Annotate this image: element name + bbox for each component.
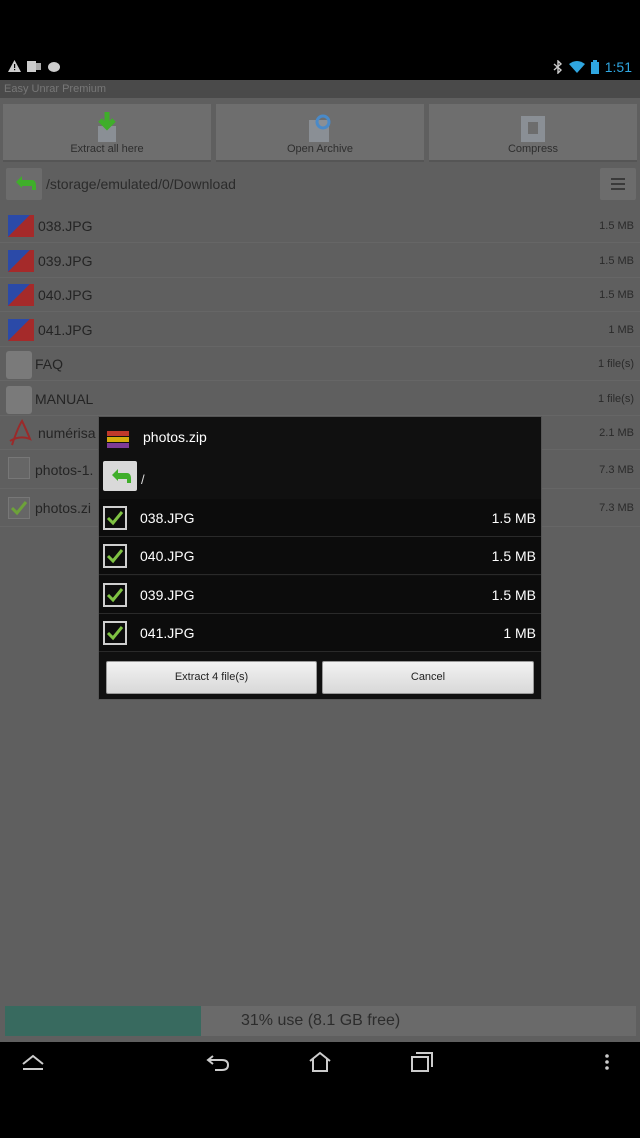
unchecked-box-icon <box>8 457 30 479</box>
dialog-file-name: 040.JPG <box>140 548 195 564</box>
dialog-file-size: 1.5 MB <box>491 548 536 564</box>
file-name: numérisa <box>38 425 96 441</box>
dialog-title: photos.zip <box>143 429 207 445</box>
file-name: 041.JPG <box>38 322 93 338</box>
status-bar: 1:51 <box>0 56 640 80</box>
bluetooth-icon <box>553 60 562 74</box>
dialog-file-size: 1.5 MB <box>491 510 536 526</box>
status-time: 1:51 <box>604 59 632 75</box>
chevron-up-icon[interactable] <box>20 1050 46 1074</box>
file-checkbox[interactable] <box>103 506 127 530</box>
storage-usage-text: 31% use (8.1 GB free) <box>241 1012 401 1029</box>
file-size: 7.3 MB <box>599 502 634 514</box>
file-size: 1.5 MB <box>599 289 634 301</box>
file-name: photos.zi <box>35 500 92 516</box>
back-arrow-icon <box>16 176 36 190</box>
checkmark-icon <box>106 549 124 564</box>
open-archive-label: Open Archive <box>286 143 354 155</box>
sd-card-icon <box>27 61 41 72</box>
file-row[interactable]: 041.JPG 1 MB <box>0 313 640 347</box>
android-icon <box>48 62 60 72</box>
overflow-menu-icon[interactable] <box>594 1050 620 1074</box>
storage-usage-fill <box>5 1006 201 1036</box>
file-checkbox[interactable] <box>103 544 127 568</box>
archive-dialog: photos.zip / 038.JPG 1.5 MB 040.JPG 1.5 … <box>98 416 542 700</box>
warning-icon <box>8 60 21 72</box>
checkmark-icon <box>106 511 124 526</box>
checked-box-icon <box>8 497 30 519</box>
current-path: /storage/emulated/0/Download <box>46 176 236 192</box>
dialog-file-name: 041.JPG <box>140 625 195 641</box>
extract-all-label: Extract all here <box>70 143 144 155</box>
extract-icon <box>98 112 116 142</box>
folder-count: 1 file(s) <box>597 358 634 370</box>
folder-icon <box>6 386 32 414</box>
path-bar: /storage/emulated/0/Download <box>0 166 640 206</box>
navigation-bar <box>0 1042 640 1082</box>
cancel-button[interactable]: Cancel <box>322 661 534 694</box>
file-name: 040.JPG <box>38 287 93 303</box>
back-nav-icon[interactable] <box>205 1050 231 1074</box>
file-size: 2.1 MB <box>599 427 634 439</box>
dialog-file-size: 1 MB <box>503 625 536 641</box>
file-size: 1.5 MB <box>599 255 634 267</box>
dialog-file-row[interactable]: 040.JPG 1.5 MB <box>99 537 541 575</box>
folder-row[interactable]: FAQ 1 file(s) <box>0 347 640 381</box>
folder-icon <box>6 351 32 379</box>
extract-all-button[interactable]: Extract all here <box>3 104 211 162</box>
checkmark-icon <box>106 626 124 641</box>
file-size: 1.5 MB <box>599 220 634 232</box>
image-file-icon <box>8 284 34 306</box>
pdf-icon <box>9 419 32 446</box>
dialog-file-row[interactable]: 041.JPG 1 MB <box>99 614 541 652</box>
storage-usage-bar: 31% use (8.1 GB free) <box>5 1006 636 1036</box>
battery-icon <box>590 60 599 74</box>
dialog-path: / <box>141 472 145 487</box>
compress-button[interactable]: Compress <box>429 104 637 162</box>
folder-row[interactable]: MANUAL 1 file(s) <box>0 382 640 416</box>
file-name: photos-1. <box>35 462 94 478</box>
dialog-file-name: 039.JPG <box>140 587 195 603</box>
image-file-icon <box>8 319 34 341</box>
dialog-file-size: 1.5 MB <box>491 587 536 603</box>
folder-name: MANUAL <box>35 391 94 407</box>
recent-apps-icon[interactable] <box>409 1050 435 1074</box>
file-row[interactable]: 040.JPG 1.5 MB <box>0 278 640 312</box>
extract-files-button[interactable]: Extract 4 file(s) <box>106 661 317 694</box>
file-name: 039.JPG <box>38 253 93 269</box>
back-arrow-icon <box>112 469 131 483</box>
dialog-file-name: 038.JPG <box>140 510 195 526</box>
dialog-back-button[interactable] <box>103 461 137 491</box>
dialog-file-row[interactable]: 039.JPG 1.5 MB <box>99 576 541 614</box>
file-checkbox[interactable] <box>103 621 127 645</box>
file-size: 7.3 MB <box>599 464 634 476</box>
open-archive-button[interactable]: Open Archive <box>216 104 424 162</box>
home-icon[interactable] <box>307 1050 333 1074</box>
compress-icon <box>521 116 545 142</box>
open-archive-icon <box>309 114 331 142</box>
checkmark-icon <box>106 588 124 603</box>
image-file-icon <box>8 215 34 237</box>
dialog-file-row[interactable]: 038.JPG 1.5 MB <box>99 499 541 537</box>
list-menu-button[interactable] <box>600 168 636 200</box>
app-title: Easy Unrar Premium <box>0 80 640 98</box>
archive-icon <box>107 431 129 448</box>
file-row[interactable]: 039.JPG 1.5 MB <box>0 244 640 278</box>
file-checkbox[interactable] <box>103 583 127 607</box>
compress-label: Compress <box>507 143 559 155</box>
wifi-icon <box>568 61 585 73</box>
file-name: 038.JPG <box>38 218 93 234</box>
image-file-icon <box>8 250 34 272</box>
file-row[interactable]: 038.JPG 1.5 MB <box>0 209 640 243</box>
folder-name: FAQ <box>35 356 64 372</box>
file-size: 1 MB <box>608 324 634 336</box>
back-button[interactable] <box>6 168 42 200</box>
folder-count: 1 file(s) <box>597 393 634 405</box>
